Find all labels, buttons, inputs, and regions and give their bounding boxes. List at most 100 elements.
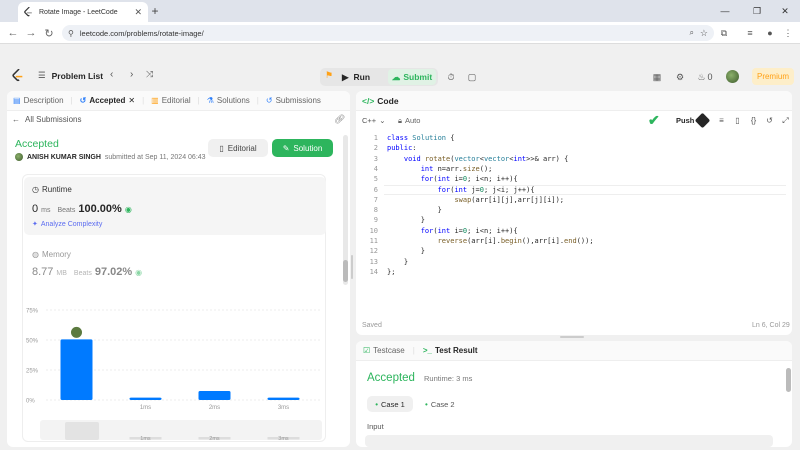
upload-cloud-icon: ☁ bbox=[391, 71, 401, 82]
debug-icon[interactable]: ⚑ bbox=[322, 70, 336, 84]
tab-label: Accepted bbox=[89, 96, 126, 105]
editorial-button[interactable]: ▯ Editorial bbox=[208, 139, 268, 157]
next-problem-icon[interactable]: › bbox=[130, 69, 133, 80]
checkbox-icon: ☑ bbox=[363, 346, 371, 355]
cursor-position: Ln 6, Col 29 bbox=[752, 322, 790, 329]
analyze-complexity-link[interactable]: ✦ Analyze Complexity bbox=[32, 220, 102, 229]
result-scrollbar-thumb[interactable] bbox=[786, 368, 791, 392]
reset-icon[interactable]: ↺ bbox=[764, 115, 775, 126]
url-bar[interactable]: ⚲ leetcode.com/problems/rotate-image/ ⌕ … bbox=[62, 25, 714, 41]
braces-icon[interactable]: {} bbox=[748, 115, 759, 126]
maximize-icon[interactable]: ❐ bbox=[748, 4, 766, 18]
panel-resize-handle[interactable] bbox=[351, 255, 353, 279]
y-tick-label: 50% bbox=[26, 339, 39, 345]
tab-description[interactable]: ▤ Description bbox=[13, 96, 64, 105]
sparkle-icon: ✦ bbox=[32, 221, 38, 228]
runtime-value-row: 0 ms Beats 100.00% ◉ bbox=[32, 203, 132, 215]
result-status: Accepted bbox=[367, 372, 415, 384]
tab-divider: | bbox=[197, 96, 200, 105]
leetcode-home-icon[interactable] bbox=[12, 69, 24, 82]
line-number: 2 bbox=[373, 144, 378, 153]
layout-icon[interactable]: ▦ bbox=[650, 70, 664, 84]
minimize-icon[interactable]: — bbox=[716, 4, 734, 18]
solution-label: Solution bbox=[293, 143, 323, 153]
share-link-icon[interactable]: 🔗︎ bbox=[334, 114, 345, 125]
site-info-icon[interactable]: ⚲ bbox=[68, 29, 74, 38]
bookmark-icon[interactable]: ▯ bbox=[732, 115, 743, 126]
line-number: 4 bbox=[373, 164, 378, 173]
tab-editorial[interactable]: ▥ Editorial bbox=[151, 96, 190, 105]
case-label: Case 2 bbox=[430, 399, 455, 409]
tab-divider: | bbox=[256, 96, 259, 105]
tab-submissions[interactable]: ↺ Submissions bbox=[266, 96, 321, 105]
profile-icon[interactable]: ● bbox=[764, 27, 776, 39]
zoom-icon[interactable]: ⌕ bbox=[689, 28, 693, 38]
x-tick-label: 1ms bbox=[140, 405, 151, 411]
timer-icon[interactable]: ⏱ bbox=[444, 70, 458, 84]
close-tab-icon[interactable]: ✕ bbox=[128, 96, 135, 105]
language-select[interactable]: C++ ⌄ bbox=[362, 116, 385, 125]
code-text: }; bbox=[387, 267, 396, 276]
submitter-name[interactable]: ANISH KUMAR SINGH bbox=[27, 154, 101, 161]
shuffle-icon[interactable]: ⤨ bbox=[146, 69, 153, 80]
tab-accepted[interactable]: ↺ Accepted ✕ bbox=[80, 96, 135, 105]
submit-label: Submit bbox=[403, 72, 433, 82]
code-text: } bbox=[387, 247, 425, 256]
code-text: class Solution { bbox=[387, 134, 455, 142]
memory-heading[interactable]: ◍ Memory bbox=[32, 250, 71, 259]
case-1-tab[interactable]: • Case 1 bbox=[367, 396, 413, 412]
back-icon[interactable]: ← bbox=[6, 26, 20, 40]
tab-solutions[interactable]: ⚗ Solutions bbox=[207, 96, 250, 105]
settings-icon[interactable]: ⚙ bbox=[673, 70, 687, 84]
close-tab-icon[interactable]: ✕ bbox=[134, 7, 142, 18]
tab-testcase[interactable]: ☑ Testcase bbox=[363, 346, 405, 355]
problem-list-link[interactable]: ☰ Problem List bbox=[38, 70, 103, 81]
run-button[interactable]: ▶ Run bbox=[342, 70, 370, 84]
push-button[interactable]: Push bbox=[676, 112, 711, 129]
submit-button[interactable]: ☁ Submit bbox=[388, 69, 436, 85]
mini-x-tick-label: 2ms bbox=[209, 436, 220, 442]
case-label: Case 1 bbox=[381, 399, 405, 409]
media-icon[interactable]: ≡ bbox=[744, 27, 756, 39]
streak-count: 0 bbox=[707, 72, 713, 82]
beats-label: Beats bbox=[73, 270, 92, 277]
x-tick-label: 3ms bbox=[278, 405, 289, 411]
left-scrollbar-thumb[interactable] bbox=[343, 260, 348, 282]
streak-counter[interactable]: ♨ 0 bbox=[696, 70, 714, 84]
runtime-distribution-chart[interactable]: 75% 50% 25% 0% 1ms 2ms 3ms 1ms 2ms 3ms bbox=[22, 300, 326, 445]
history-icon: ↺ bbox=[79, 96, 87, 105]
reload-icon[interactable]: ↻ bbox=[42, 26, 56, 40]
code-editor[interactable]: 1 class Solution {2 public: 3 void rotate(v… bbox=[360, 134, 790, 284]
forward-icon[interactable]: → bbox=[24, 26, 38, 40]
line-number: 7 bbox=[373, 195, 378, 204]
case-2-tab[interactable]: • Case 2 bbox=[425, 396, 465, 412]
format-icon[interactable]: ≡ bbox=[716, 115, 727, 126]
new-tab-button[interactable]: + bbox=[148, 4, 162, 18]
browser-tab[interactable]: Rotate Image - LeetCode ✕ bbox=[18, 2, 148, 22]
notes-icon[interactable]: ▢ bbox=[465, 70, 479, 84]
memory-value: 8.77 bbox=[32, 266, 54, 278]
code-icon: </> bbox=[362, 96, 375, 106]
bookmark-star-icon[interactable]: ☆ bbox=[700, 28, 708, 39]
tab-test-result[interactable]: >_ Test Result bbox=[423, 346, 478, 355]
extensions-icon[interactable]: ⧉ bbox=[718, 27, 730, 39]
mini-x-tick-label: 1ms bbox=[140, 436, 151, 442]
expand-icon[interactable]: ⤢ bbox=[780, 115, 791, 126]
code-text: public: bbox=[387, 144, 417, 153]
prev-problem-icon[interactable]: ‹ bbox=[110, 69, 113, 80]
panel-resize-handle[interactable] bbox=[560, 336, 584, 338]
code-tab[interactable]: </> Code bbox=[362, 96, 399, 106]
close-window-icon[interactable]: ✕ bbox=[776, 4, 794, 18]
line-number: 1 bbox=[373, 134, 378, 142]
beats-badge-icon: ◉ bbox=[124, 205, 132, 214]
menu-icon[interactable]: ⋮ bbox=[782, 27, 794, 39]
premium-button[interactable]: Premium bbox=[752, 68, 794, 85]
all-submissions-link[interactable]: ← All Submissions bbox=[12, 115, 81, 124]
auto-mode-toggle[interactable]: 🔒︎ Auto bbox=[398, 116, 420, 126]
solution-button[interactable]: ✎ Solution bbox=[272, 139, 333, 157]
line-number: 3 bbox=[373, 154, 378, 163]
flask-icon: ⚗ bbox=[206, 96, 214, 105]
run-label: Run bbox=[353, 72, 371, 82]
avatar[interactable] bbox=[726, 70, 739, 83]
leetcode-logo-icon bbox=[24, 7, 32, 17]
